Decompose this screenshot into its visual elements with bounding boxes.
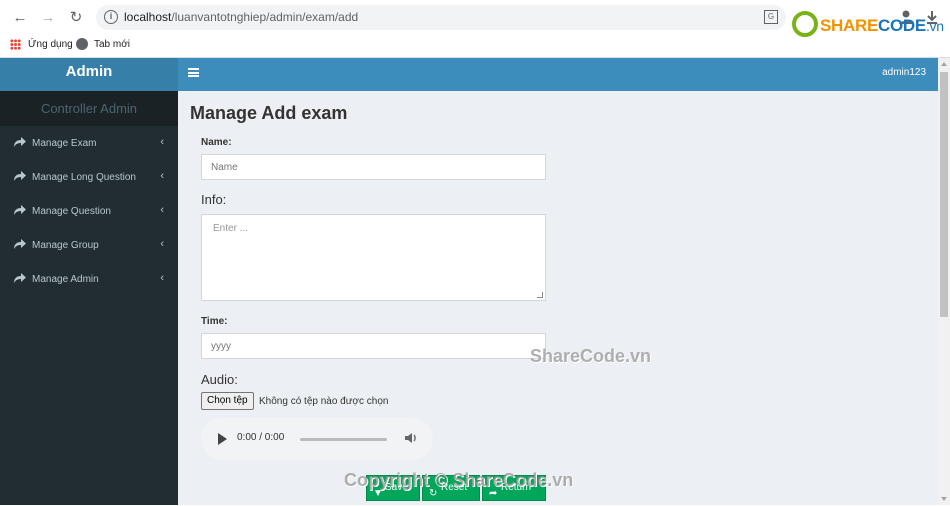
- sidebar-item-manage-group[interactable]: Manage Group ‹: [0, 228, 178, 262]
- browser-chrome: ← → ↻ i localhost/luanvantotnghiep/admin…: [0, 0, 950, 58]
- bookmark-apps[interactable]: Ứng dụng: [28, 39, 73, 50]
- globe-icon: [76, 38, 88, 50]
- file-status: Không có tệp nào được chọn: [259, 396, 389, 407]
- site-info-icon[interactable]: i: [104, 10, 118, 24]
- watermark-middle: ShareCode.vn: [530, 346, 652, 366]
- share-arrow-icon: [14, 273, 26, 283]
- reload-icon[interactable]: ↻: [66, 8, 86, 28]
- play-icon[interactable]: [218, 433, 227, 445]
- back-icon[interactable]: ←: [10, 8, 30, 28]
- page-title: Manage Add exam: [190, 103, 348, 123]
- sidebar-item-manage-long-question[interactable]: Manage Long Question ‹: [0, 160, 178, 194]
- info-label: Info:: [201, 192, 227, 207]
- time-input[interactable]: [201, 333, 546, 359]
- translate-icon[interactable]: G: [764, 10, 778, 24]
- url-path: /luanvantotnghiep/admin/exam/add: [171, 10, 359, 24]
- top-navbar: admin123: [178, 58, 938, 91]
- resize-grip-icon[interactable]: [537, 292, 543, 298]
- sidebar-item-manage-admin[interactable]: Manage Admin ‹: [0, 262, 178, 296]
- brand-logo[interactable]: Admin: [0, 58, 178, 91]
- scroll-up-icon[interactable]: [941, 62, 947, 66]
- volume-icon[interactable]: [404, 431, 418, 445]
- apps-grid-icon[interactable]: [10, 39, 21, 50]
- scroll-down-icon[interactable]: [941, 497, 947, 501]
- sidebar-item-label: Manage Admin: [32, 274, 99, 285]
- sidebar-item-label: Manage Long Question: [32, 172, 136, 183]
- logo-code: CODE: [878, 16, 926, 35]
- bookmark-new-tab[interactable]: Tab mới: [94, 39, 130, 50]
- chevron-left-icon: ‹: [160, 170, 164, 182]
- share-arrow-icon: [14, 171, 26, 181]
- watermark-bottom: Copyright © ShareCode.vn: [344, 470, 574, 490]
- share-arrow-icon: [14, 239, 26, 249]
- logo-mark-icon: [792, 11, 818, 37]
- hamburger-menu-icon[interactable]: [188, 68, 199, 77]
- chevron-left-icon: ‹: [160, 272, 164, 284]
- logo-share: SHARE: [820, 16, 879, 35]
- scroll-thumb[interactable]: [940, 72, 948, 317]
- sidebar-menu: Manage Exam ‹ Manage Long Question ‹ Man…: [0, 126, 178, 296]
- sidebar-item-label: Manage Exam: [32, 138, 97, 149]
- name-input[interactable]: [201, 154, 546, 180]
- url-host: localhost: [124, 10, 172, 24]
- chevron-left-icon: ‹: [160, 136, 164, 148]
- sharecode-logo: SHARECODE.vn: [792, 8, 947, 42]
- logo-text: SHARECODE.vn: [820, 16, 944, 36]
- chevron-left-icon: ‹: [160, 204, 164, 216]
- address-bar[interactable]: i localhost/luanvantotnghiep/admin/exam/…: [96, 5, 786, 30]
- user-menu[interactable]: admin123: [882, 67, 926, 78]
- page-scrollbar[interactable]: [938, 58, 950, 505]
- sidebar-item-manage-exam[interactable]: Manage Exam ‹: [0, 126, 178, 160]
- forward-icon[interactable]: →: [38, 8, 58, 28]
- share-arrow-icon: [14, 137, 26, 147]
- chevron-left-icon: ‹: [160, 238, 164, 250]
- main-content: Manage Add exam Name: Info: Enter ... Ti…: [178, 91, 938, 505]
- info-textarea[interactable]: Enter ...: [201, 214, 546, 301]
- audio-label: Audio:: [201, 372, 238, 387]
- sidebar-item-label: Manage Group: [32, 240, 99, 251]
- sidebar-item-label: Manage Question: [32, 206, 111, 217]
- audio-time: 0:00 / 0:00: [237, 432, 285, 443]
- url-text: localhost/luanvantotnghiep/admin/exam/ad…: [124, 10, 358, 24]
- choose-file-button[interactable]: Chọn tệp: [201, 392, 254, 410]
- logo-vn: .vn: [925, 18, 944, 34]
- sidebar-header: Controller Admin: [0, 91, 178, 126]
- audio-player: 0:00 / 0:00: [201, 418, 433, 460]
- name-label: Name:: [201, 137, 232, 148]
- info-placeholder: Enter ...: [213, 223, 249, 234]
- share-arrow-icon: [14, 205, 26, 215]
- time-label: Time:: [201, 316, 228, 327]
- sidebar-item-manage-question[interactable]: Manage Question ‹: [0, 194, 178, 228]
- audio-progress-slider[interactable]: [300, 438, 387, 441]
- sidebar: Admin Controller Admin Manage Exam ‹ Man…: [0, 58, 178, 505]
